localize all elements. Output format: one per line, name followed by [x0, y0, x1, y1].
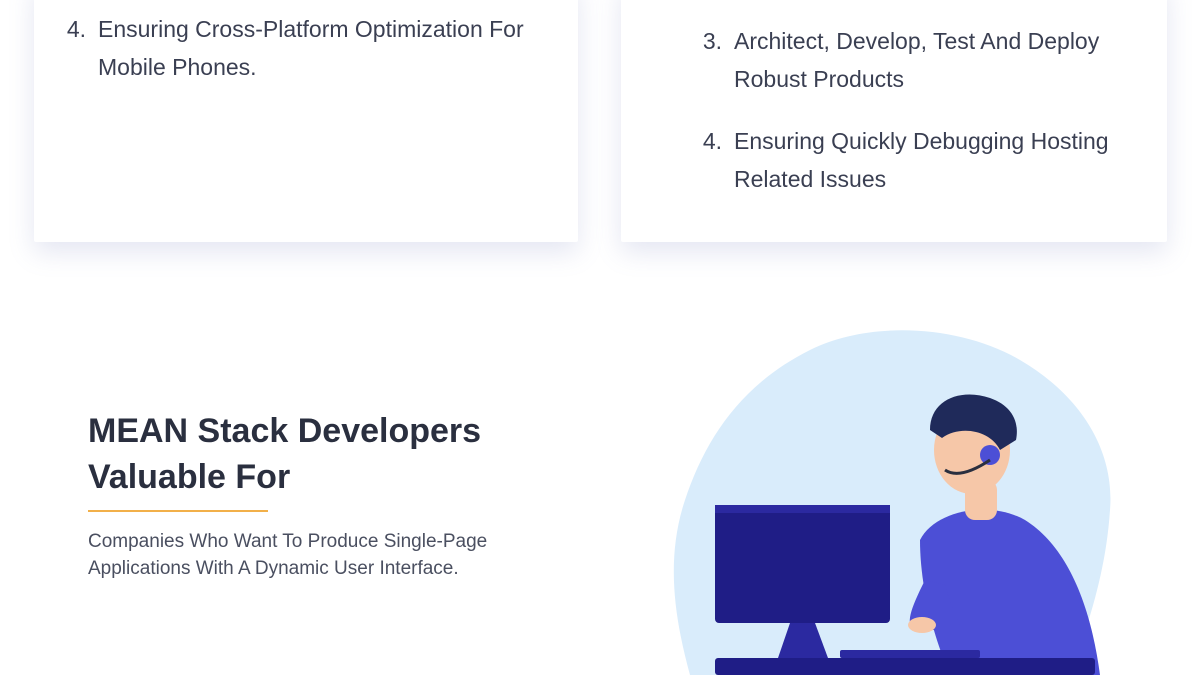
- section-description: Companies Who Want To Produce Single-Pag…: [88, 531, 488, 579]
- list-text: Architect, Develop, Test And Deploy Robu…: [734, 28, 1100, 92]
- list-item: 4. Ensuring Quickly Debugging Hosting Re…: [700, 122, 1130, 198]
- list-number: 4.: [66, 16, 86, 42]
- list-item: 3. Architect, Develop, Test And Deploy R…: [700, 22, 1130, 98]
- developer-at-computer-illustration: [673, 330, 1111, 675]
- person-hand: [908, 617, 936, 633]
- monitor-bezel: [715, 505, 890, 513]
- heading-underline: [88, 510, 268, 512]
- section-heading: MEAN Stack Developers Valuable For: [88, 412, 482, 496]
- list-text: Ensuring Quickly Debugging Hosting Relat…: [734, 128, 1109, 192]
- list-text: Ensuring Cross-Platform Optimization For…: [98, 16, 524, 80]
- list-number: 4.: [702, 128, 722, 154]
- list-number: 3.: [702, 28, 722, 54]
- desk: [715, 658, 1095, 675]
- headset-icon: [980, 445, 1000, 465]
- keyboard: [840, 650, 980, 658]
- list-item: 4. Ensuring Cross-Platform Optimization …: [64, 10, 554, 86]
- monitor-screen: [715, 505, 890, 623]
